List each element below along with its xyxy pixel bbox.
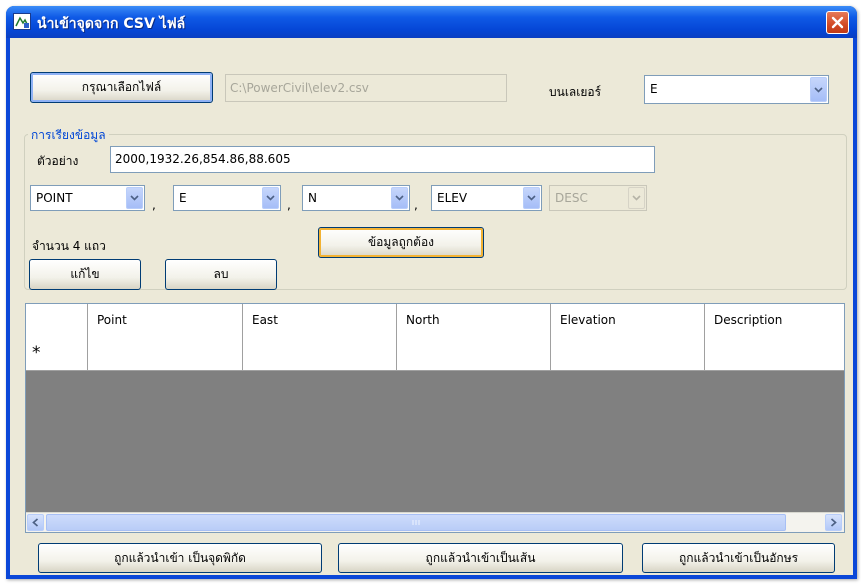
close-icon (831, 16, 844, 29)
import-as-points-button[interactable]: ถูกแล้วนำเข้า เป็นจุดพิกัด (38, 543, 322, 573)
scroll-thumb[interactable] (46, 514, 786, 531)
separator: , (152, 198, 156, 212)
grip-icon (412, 520, 420, 525)
cell-east[interactable] (243, 336, 397, 370)
column-header-point[interactable]: Point (88, 304, 243, 336)
file-path-field: C:\PowerCivil\elev2.csv (225, 74, 507, 102)
cell-description[interactable] (705, 336, 844, 370)
chevron-down-icon (628, 187, 645, 209)
column-header-east[interactable]: East (243, 304, 397, 336)
layer-label: บนเลเยอร์ (549, 85, 602, 99)
app-icon (13, 13, 31, 30)
cell-north[interactable] (397, 336, 551, 370)
cell-point[interactable] (88, 336, 243, 370)
chevron-down-icon[interactable] (523, 187, 540, 209)
chevron-right-icon (830, 518, 837, 527)
dialog-body: กรุณาเลือกไฟล์ C:\PowerCivil\elev2.csv บ… (10, 38, 853, 575)
import-as-lines-button[interactable]: ถูกแล้วนำเข้าเป็นเส้น (338, 543, 623, 573)
close-button[interactable] (826, 11, 849, 34)
grid-header: Point East North Elevation Description (26, 304, 844, 337)
format-group-title: การเรียงข้อมูล (28, 126, 109, 145)
field-select-3[interactable]: N (302, 185, 410, 211)
validate-button[interactable]: ข้อมูลถูกต้อง (318, 227, 484, 258)
sample-input[interactable]: 2000,1932.26,854.86,88.605 (110, 146, 655, 173)
field-select-2-value: E (179, 191, 187, 205)
field-select-3-value: N (308, 191, 317, 205)
cell-elevation[interactable] (551, 336, 705, 370)
field-select-4-value: ELEV (437, 191, 468, 205)
chevron-left-icon (32, 518, 39, 527)
column-header-elevation[interactable]: Elevation (551, 304, 705, 336)
horizontal-scrollbar[interactable] (26, 512, 844, 532)
title-bar[interactable]: นำเข้าจุดจาก CSV ไฟล์ (6, 6, 857, 38)
edit-button[interactable]: แก้ไข (29, 259, 141, 290)
separator: , (414, 198, 418, 212)
row-count-text: จำนวน 4 แถว (32, 239, 106, 253)
column-header-north[interactable]: North (397, 304, 551, 336)
separator: , (287, 198, 291, 212)
column-header-description[interactable]: Description (705, 304, 844, 336)
import-as-text-button[interactable]: ถูกแล้วนำเข้าเป็นอักษร (642, 543, 835, 573)
scroll-left-button[interactable] (27, 514, 44, 531)
chevron-down-icon[interactable] (810, 77, 827, 102)
chevron-down-icon[interactable] (391, 187, 408, 209)
field-select-4[interactable]: ELEV (431, 185, 542, 211)
delete-button[interactable]: ลบ (165, 259, 277, 290)
dialog-window: นำเข้าจุดจาก CSV ไฟล์ กรุณาเลือกไฟล์ C:\… (6, 6, 857, 579)
layer-select-value: E (650, 82, 658, 96)
field-select-5: DESC (549, 185, 647, 211)
field-select-5-value: DESC (555, 191, 588, 205)
scroll-right-button[interactable] (825, 514, 842, 531)
new-row-marker: * (26, 336, 88, 370)
field-select-1[interactable]: POINT (30, 185, 145, 211)
grid-corner-cell[interactable] (26, 304, 88, 336)
chevron-down-icon[interactable] (126, 187, 143, 209)
table-row[interactable]: * (26, 336, 844, 371)
chevron-down-icon[interactable] (262, 187, 279, 209)
field-select-1-value: POINT (36, 191, 73, 205)
window-title: นำเข้าจุดจาก CSV ไฟล์ (37, 16, 186, 32)
field-select-2[interactable]: E (173, 185, 281, 211)
layer-select[interactable]: E (644, 75, 829, 104)
points-grid[interactable]: Point East North Elevation Description * (25, 303, 845, 533)
browse-file-button[interactable]: กรุณาเลือกไฟล์ (30, 72, 213, 103)
sample-label: ตัวอย่าง (37, 154, 79, 168)
